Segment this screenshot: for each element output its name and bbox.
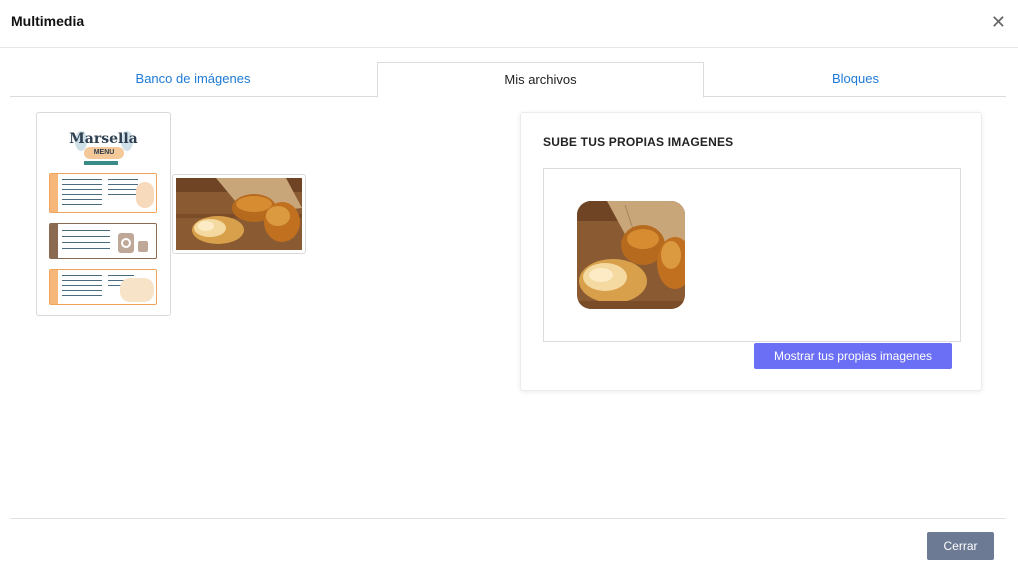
menu-thumb-badge: MENU bbox=[84, 147, 124, 159]
footer-divider bbox=[10, 518, 1006, 519]
menu-thumb-strip bbox=[84, 161, 118, 165]
show-own-images-button[interactable]: Mostrar tus propias imagenes bbox=[754, 343, 952, 369]
modal-title: Multimedia bbox=[11, 13, 85, 29]
upload-panel-title: SUBE TUS PROPIAS IMAGENES bbox=[543, 135, 734, 149]
menu-thumb-section-3 bbox=[49, 269, 157, 305]
menu-thumb-section-2 bbox=[49, 223, 157, 259]
uploaded-image-preview[interactable] bbox=[577, 201, 685, 309]
modal-header: Multimedia ✕ bbox=[0, 0, 1018, 48]
tab-mis-archivos[interactable]: Mis archivos bbox=[377, 62, 704, 98]
upload-dropzone[interactable] bbox=[543, 168, 961, 342]
close-button[interactable]: Cerrar bbox=[927, 532, 994, 560]
menu-thumb-section-1 bbox=[49, 173, 157, 213]
tab-bloques[interactable]: Bloques bbox=[705, 62, 1006, 97]
menu-thumb-title: Marsella bbox=[69, 131, 138, 147]
tab-banco-de-imagenes[interactable]: Banco de imágenes bbox=[10, 62, 376, 97]
file-thumbnail-menu[interactable]: Marsella MENU bbox=[36, 112, 171, 316]
bread-image bbox=[176, 178, 302, 250]
close-icon[interactable]: ✕ bbox=[991, 12, 1006, 32]
upload-panel: SUBE TUS PROPIAS IMAGENES Mostrar tus pr… bbox=[520, 112, 982, 391]
file-thumbnail-bread[interactable] bbox=[172, 174, 306, 254]
tab-bar: Banco de imágenes Mis archivos Bloques bbox=[10, 62, 1006, 98]
